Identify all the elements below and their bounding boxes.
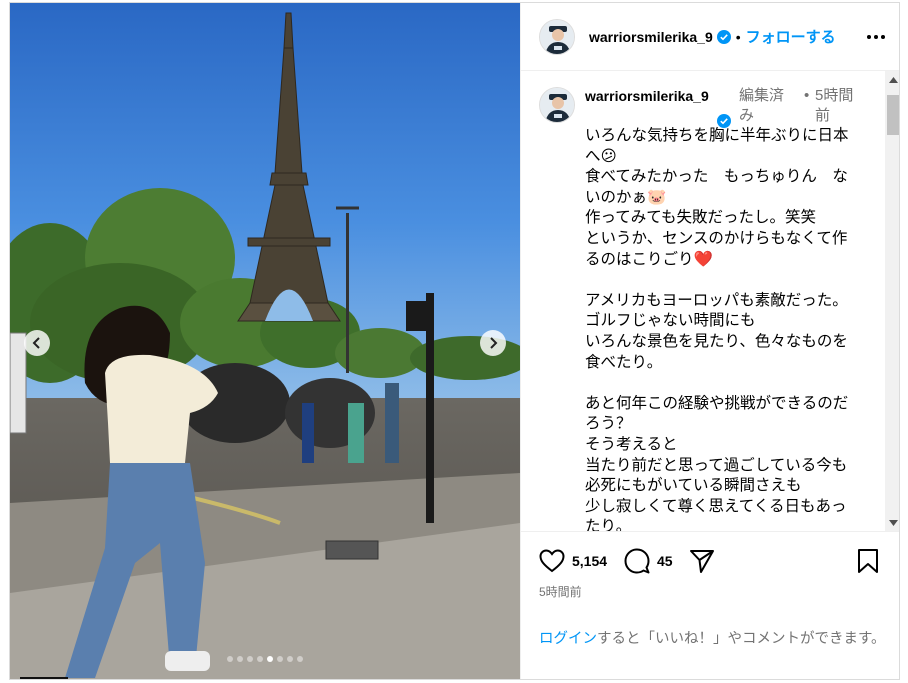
- scrollbar-thumb[interactable]: [887, 95, 899, 135]
- caption-scrollbar[interactable]: [885, 71, 899, 531]
- comment-button[interactable]: 45: [624, 547, 673, 575]
- carousel-dot: [277, 656, 283, 662]
- profile-photo: [540, 88, 574, 122]
- bookmark-icon: [858, 549, 878, 573]
- more-options-button[interactable]: [864, 27, 888, 47]
- carousel-dot: [267, 656, 273, 662]
- caption-separator: •: [804, 87, 810, 104]
- caption-text: いろんな気持ちを胸に半年ぶりに日本へ😕 食べてみたかった もっちゅりん ないのか…: [585, 127, 849, 531]
- post-side-panel: warriorsmilerika_9 • フォローする warriorsmile…: [520, 3, 899, 679]
- scroll-down-button[interactable]: [885, 514, 899, 531]
- carousel-dot: [227, 656, 233, 662]
- eiffel-tower-photo: [10, 3, 520, 679]
- caption-username[interactable]: warriorsmilerika_9: [585, 86, 715, 106]
- login-prompt: ログインすると「いいね！」やコメントができます。: [539, 629, 889, 650]
- header-separator: •: [735, 28, 741, 45]
- profile-photo: [540, 19, 574, 54]
- edited-label: 編集済み: [739, 87, 785, 124]
- more-horizontal-icon: [867, 35, 885, 39]
- post-time-ago[interactable]: 5時間前: [539, 583, 582, 600]
- caption-timestamp[interactable]: 5時間前: [815, 86, 865, 126]
- comment-count: 45: [657, 553, 673, 569]
- header-username[interactable]: warriorsmilerika_9: [589, 29, 713, 45]
- carousel-dot: [257, 656, 263, 662]
- carousel-dot: [247, 656, 253, 662]
- carousel-prev-button[interactable]: [24, 330, 50, 356]
- login-link[interactable]: ログイン: [539, 631, 597, 647]
- post-header: warriorsmilerika_9 • フォローする: [521, 3, 899, 71]
- carousel-dot: [297, 656, 303, 662]
- carousel-dot: [237, 656, 243, 662]
- arrow-down-icon: [889, 519, 898, 526]
- instagram-post-embed: warriorsmilerika_9 • フォローする warriorsmile…: [9, 2, 900, 680]
- login-prompt-text: すると「いいね！」やコメントができます。: [597, 631, 886, 647]
- caption-area[interactable]: warriorsmilerika_9 編集済み • 5時間前 いろんな気持ちを胸…: [521, 71, 899, 531]
- comment-bubble-icon: [624, 548, 650, 574]
- save-button[interactable]: [857, 547, 879, 575]
- like-button[interactable]: 5,154: [539, 547, 607, 575]
- caption-avatar[interactable]: [539, 87, 575, 123]
- share-button[interactable]: [689, 547, 715, 575]
- heart-icon: [539, 549, 565, 573]
- carousel-indicator: [10, 656, 520, 662]
- post-photo: [10, 3, 520, 679]
- chevron-right-icon: [490, 337, 498, 349]
- arrow-up-icon: [889, 76, 898, 83]
- avatar[interactable]: [539, 18, 575, 55]
- carousel-dot: [287, 656, 293, 662]
- carousel-next-button[interactable]: [480, 330, 506, 356]
- verified-badge-icon: [716, 29, 731, 44]
- chevron-left-icon: [32, 337, 40, 349]
- scroll-up-button[interactable]: [885, 71, 899, 88]
- follow-button[interactable]: フォローする: [746, 26, 836, 47]
- like-count: 5,154: [572, 553, 608, 569]
- paper-plane-icon: [690, 550, 714, 573]
